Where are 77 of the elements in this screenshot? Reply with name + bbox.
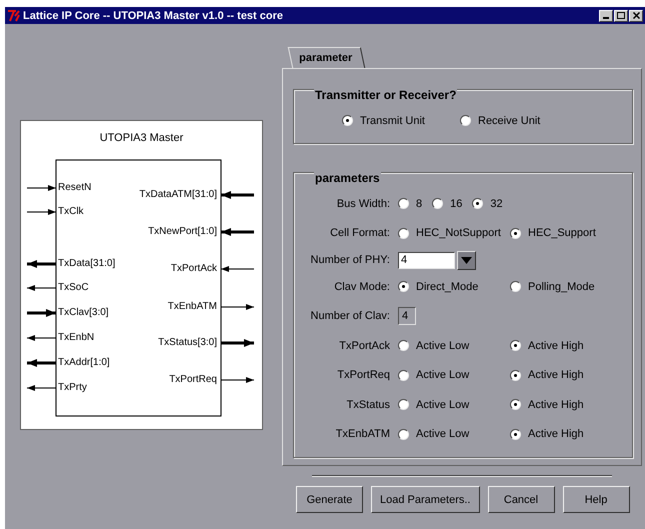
dialog-button[interactable]: Help bbox=[562, 486, 630, 513]
radio-button[interactable] bbox=[398, 428, 409, 440]
field-label: Number of PHY: bbox=[310, 254, 391, 266]
diagram-title: UTOPIA3 Master bbox=[98, 132, 184, 144]
radio-button[interactable] bbox=[398, 198, 409, 210]
radio-option[interactable]: 32 bbox=[472, 198, 503, 210]
radio-option[interactable]: HEC_Support bbox=[510, 227, 622, 240]
pin-label: TxPrty bbox=[58, 381, 87, 394]
field-label: Clav Mode: bbox=[333, 280, 391, 293]
readonly-field: 4 bbox=[398, 307, 416, 326]
radio-option[interactable]: Active High bbox=[510, 428, 622, 440]
maximize-button[interactable] bbox=[614, 10, 628, 22]
radio-button[interactable] bbox=[510, 399, 521, 410]
radio-button[interactable] bbox=[342, 115, 353, 126]
radio-option[interactable]: Active Low bbox=[398, 369, 510, 382]
radio-button[interactable] bbox=[460, 115, 471, 126]
pin-label: TxNewPort[1:0] bbox=[148, 225, 217, 238]
pin-label: TxAddr[1:0] bbox=[58, 356, 110, 369]
dialog-button[interactable]: Load Parameters.. bbox=[371, 486, 480, 513]
radio-button[interactable] bbox=[510, 228, 521, 239]
group-title: parameters bbox=[314, 171, 381, 185]
field-label: TxStatus bbox=[346, 398, 391, 411]
field-label: Number of Clav: bbox=[310, 310, 391, 322]
dialog-button[interactable]: Generate bbox=[296, 486, 363, 513]
close-button[interactable] bbox=[629, 10, 643, 22]
radio-option[interactable]: Active Low bbox=[398, 398, 510, 411]
field-label: TxPortReq bbox=[336, 369, 391, 382]
pin-label: TxClav[3:0] bbox=[58, 306, 109, 319]
radio-option[interactable]: Active High bbox=[510, 369, 622, 382]
field-label: Cell Format: bbox=[329, 227, 391, 240]
pin-label: TxEnbATM bbox=[168, 300, 217, 313]
radio-button[interactable] bbox=[510, 370, 521, 381]
radio-option[interactable]: Active Low bbox=[398, 428, 510, 440]
pin-label: TxSoC bbox=[58, 281, 89, 294]
close-icon bbox=[632, 12, 640, 19]
radio-option[interactable]: Direct_Mode bbox=[398, 280, 510, 293]
radio-option[interactable]: Active High bbox=[510, 340, 622, 352]
pin-label: TxPortAck bbox=[170, 262, 217, 275]
radio-option[interactable]: Active Low bbox=[398, 340, 510, 352]
radio-option[interactable]: Transmit Unit bbox=[342, 114, 460, 126]
radio-button[interactable] bbox=[432, 198, 444, 210]
radio-button[interactable] bbox=[510, 340, 521, 352]
radio-option[interactable]: Polling_Mode bbox=[510, 280, 622, 293]
radio-button[interactable] bbox=[398, 399, 409, 410]
radio-option[interactable]: 8 bbox=[398, 198, 422, 210]
pin-label: TxData[31:0] bbox=[58, 257, 116, 270]
radio-option[interactable]: Active High bbox=[510, 398, 622, 411]
window-title: Lattice IP Core -- UTOPIA3 Master v1.0 -- test core bbox=[23, 10, 284, 22]
pin-label: TxEnbN bbox=[58, 331, 94, 344]
tab[interactable]: parameter bbox=[288, 47, 366, 68]
minimize-icon bbox=[603, 16, 609, 18]
radio-button[interactable] bbox=[398, 228, 409, 239]
pin-label: ResetN bbox=[58, 181, 92, 194]
radio-button[interactable] bbox=[398, 340, 409, 352]
radio-button[interactable] bbox=[510, 428, 521, 440]
radio-option[interactable]: HEC_NotSupport bbox=[398, 227, 510, 240]
field-label: Bus Width: bbox=[336, 198, 391, 210]
radio-option[interactable]: 16 bbox=[432, 198, 462, 210]
pin-label: TxDataATM[31:0] bbox=[139, 188, 217, 201]
radio-button[interactable] bbox=[472, 198, 484, 210]
dropdown-button[interactable] bbox=[457, 250, 476, 270]
radio-option[interactable]: Receive Unit bbox=[460, 114, 598, 126]
caret-icon bbox=[461, 256, 472, 264]
minimize-button[interactable] bbox=[599, 10, 613, 22]
field-label: TxPortAck bbox=[338, 340, 391, 352]
pin-label: TxPortReq bbox=[169, 373, 217, 386]
radio-button[interactable] bbox=[398, 370, 409, 381]
group-title: Transmitter or Receiver? bbox=[314, 88, 458, 102]
radio-button[interactable] bbox=[398, 281, 409, 292]
app-logo-icon bbox=[7, 9, 21, 22]
maximize-icon bbox=[617, 12, 625, 19]
pin-label: TxClk bbox=[58, 205, 84, 218]
radio-button[interactable] bbox=[510, 281, 521, 292]
field-label: TxEnbATM bbox=[334, 428, 391, 440]
dropdown-field[interactable]: 4 bbox=[398, 252, 455, 268]
dialog-button[interactable]: Cancel bbox=[488, 486, 554, 513]
pin-label: TxStatus[3:0] bbox=[158, 336, 217, 349]
